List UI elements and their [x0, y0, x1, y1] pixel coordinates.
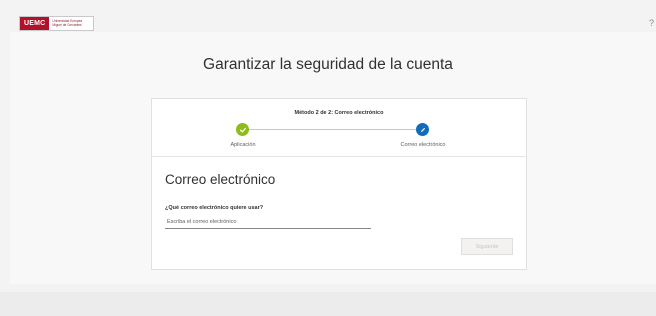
- page-footer: [0, 292, 656, 316]
- email-input[interactable]: [165, 216, 371, 229]
- divider: [152, 156, 526, 157]
- section-title: Correo electrónico: [165, 172, 276, 187]
- uemc-logo: UEMC Universidad Europea Miguel de Cerva…: [19, 16, 95, 31]
- pencil-icon: [420, 127, 425, 132]
- step-label-app: Aplicación: [230, 142, 256, 148]
- step-header: Método 2 de 2: Correo electrónico: [294, 110, 384, 116]
- top-bar: UEMC Universidad Europea Miguel de Cerva…: [0, 0, 656, 32]
- email-question-label: ¿Qué correo electrónico quiere usar?: [165, 205, 264, 211]
- next-button[interactable]: Siguiente: [461, 238, 513, 255]
- progress-line: [241, 129, 423, 130]
- logo-line2: Miguel de Cervantes: [52, 22, 82, 27]
- logo-text: Universidad Europea Miguel de Cervantes: [49, 17, 93, 30]
- page-title: Garantizar la seguridad de la cuenta: [203, 56, 453, 73]
- logo-mark: UEMC: [20, 17, 50, 30]
- help-icon[interactable]: ?: [649, 18, 654, 28]
- checkmark-icon: [239, 127, 246, 132]
- step-label-email: Correo electrónico: [400, 142, 446, 148]
- setup-card: Método 2 de 2: Correo electrónico Aplica…: [151, 98, 527, 270]
- step-completed-circle: [236, 123, 249, 136]
- step-current-circle: [416, 123, 429, 136]
